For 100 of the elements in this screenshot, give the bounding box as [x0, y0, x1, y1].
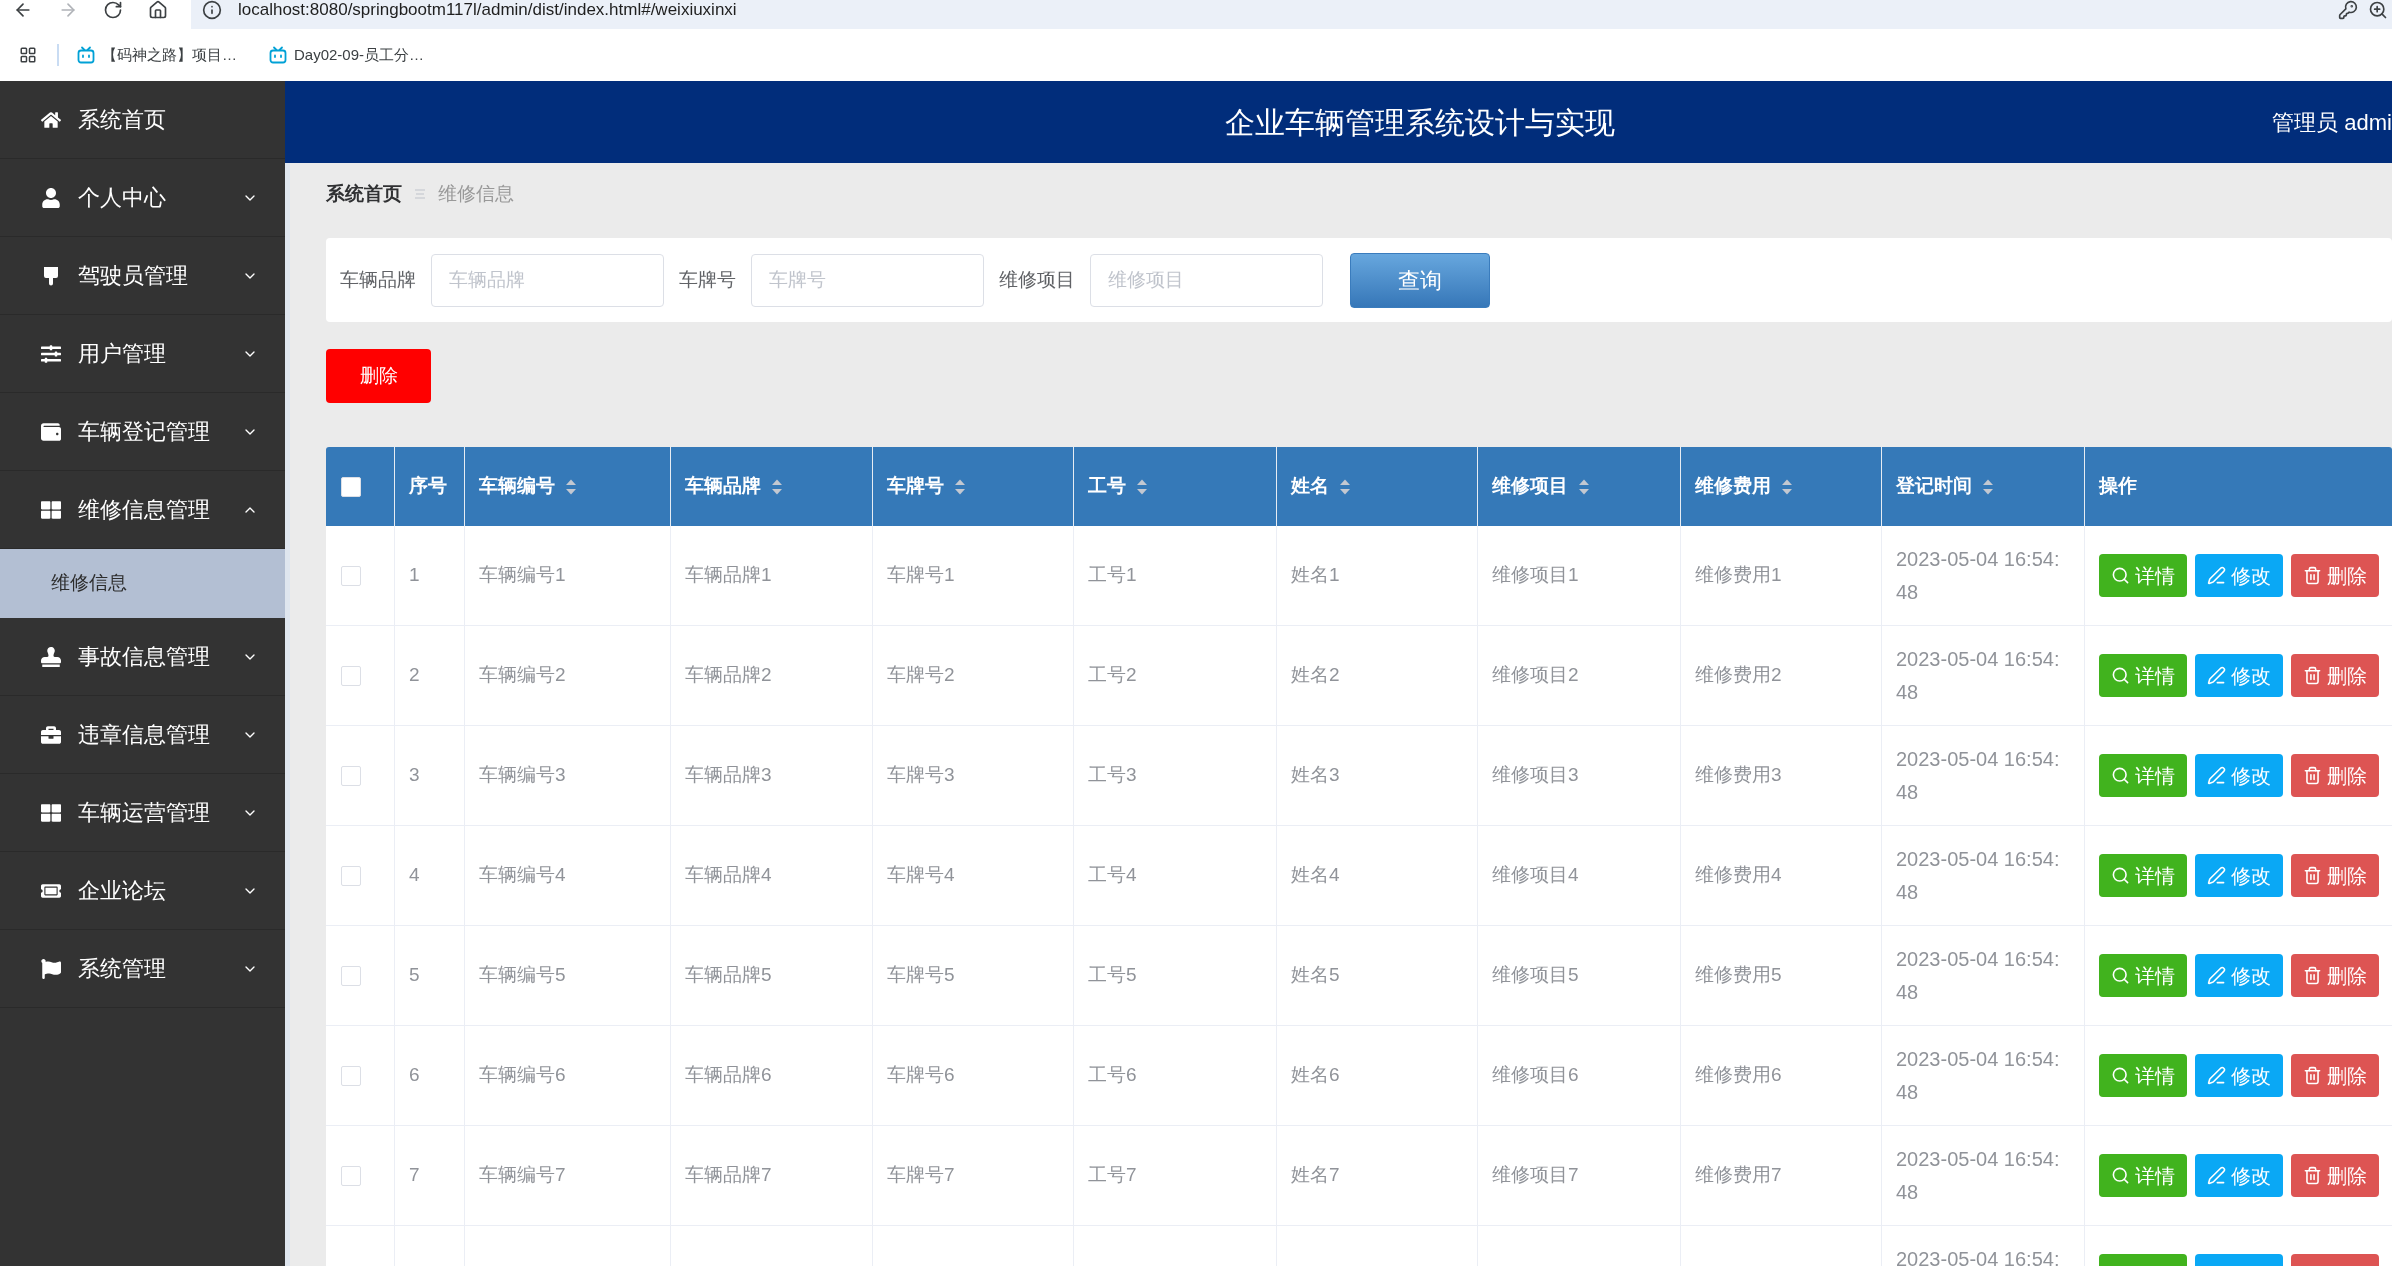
table-cell: 工号7	[1074, 1126, 1277, 1225]
sliders-icon	[41, 343, 61, 364]
wallet-icon	[41, 421, 61, 442]
delete-button[interactable]: 删除	[2291, 954, 2379, 997]
edit-button[interactable]: 修改	[2195, 1154, 2283, 1197]
table-cell: 维修费用5	[1681, 926, 1882, 1025]
table-cell: 3	[395, 726, 465, 825]
table-cell: 工号1	[1074, 526, 1277, 625]
flag-icon	[41, 958, 61, 979]
user-icon	[41, 187, 61, 208]
table-cell: 车辆品牌1	[671, 526, 873, 625]
checkbox[interactable]	[341, 665, 361, 686]
edit-button[interactable]: 修改	[2195, 554, 2283, 597]
edit-button[interactable]: 修改	[2195, 654, 2283, 697]
info-icon[interactable]	[202, 0, 222, 20]
checkbox[interactable]	[341, 565, 361, 586]
checkbox[interactable]	[341, 965, 361, 986]
pencil-icon	[2207, 966, 2226, 985]
checkbox[interactable]	[341, 765, 361, 786]
sort-icon[interactable]	[1136, 477, 1148, 496]
edit-button[interactable]: 修改	[2195, 854, 2283, 897]
sort-icon[interactable]	[1339, 477, 1351, 496]
table-cell: 维修项目4	[1478, 826, 1681, 925]
delete-button[interactable]: 删除	[326, 349, 431, 403]
table-cell: 车牌号4	[873, 826, 1074, 925]
details-button[interactable]: 详情	[2099, 954, 2187, 997]
search-icon	[2111, 1166, 2130, 1185]
table-cell: 车辆编号6	[465, 1026, 671, 1125]
table-cell: 车辆编号4	[465, 826, 671, 925]
edit-button[interactable]: 修改	[2195, 754, 2283, 797]
checkbox[interactable]	[341, 1065, 361, 1086]
user-name[interactable]: 管理员 admi	[2272, 105, 2392, 139]
key-icon[interactable]	[2338, 0, 2358, 20]
details-button[interactable]: 详情	[2099, 654, 2187, 697]
url-text[interactable]: localhost:8080/springbootm117l/admin/dist/index.html#/weixiuxinxi	[238, 0, 737, 20]
field-label: 维修项目	[999, 267, 1075, 292]
details-button[interactable]: 详情	[2099, 754, 2187, 797]
details-button[interactable]: 详情	[2099, 854, 2187, 897]
sort-icon[interactable]	[1578, 477, 1590, 496]
table-cell: 2023-05-04 16:54:48	[1882, 1126, 2085, 1225]
table-cell: 姓名1	[1277, 526, 1478, 625]
sort-icon[interactable]	[954, 477, 966, 496]
delete-button[interactable]: 删除	[2291, 754, 2379, 797]
apps-grid-icon[interactable]	[19, 46, 37, 64]
table-cell: 2023-05-04 16:54:48	[1882, 826, 2085, 925]
checkbox[interactable]	[341, 476, 361, 497]
address-bar[interactable]: localhost:8080/springbootm117l/admin/dist/index.html#/weixiuxinxi	[191, 0, 2392, 29]
edit-button[interactable]: 修改	[2195, 1054, 2283, 1097]
search-input[interactable]: 车辆品牌	[431, 253, 664, 307]
table-cell: 车辆品牌7	[671, 1126, 873, 1225]
table-cell: 车辆编号3	[465, 726, 671, 825]
stamp-icon	[41, 646, 61, 667]
zoom-in-icon[interactable]	[2368, 0, 2388, 20]
sort-icon[interactable]	[771, 477, 783, 496]
table-cell: 姓名5	[1277, 926, 1478, 1025]
edit-button[interactable]: 修改	[2195, 954, 2283, 997]
submenu-item[interactable]: 维修信息	[0, 549, 285, 618]
checkbox[interactable]	[341, 865, 361, 886]
home-icon	[41, 109, 61, 130]
field-label: 车牌号	[679, 267, 736, 292]
table-cell: 车牌号7	[873, 1126, 1074, 1225]
details-button[interactable]: 详情	[2099, 1154, 2187, 1197]
table-cell: 维修项目5	[1478, 926, 1681, 1025]
table-cell: 1	[395, 526, 465, 625]
delete-button[interactable]: 删除	[2291, 854, 2379, 897]
table-cell: 7	[395, 1126, 465, 1225]
pencil-icon	[2207, 766, 2226, 785]
search-icon	[2111, 966, 2130, 985]
table-cell: 姓名4	[1277, 826, 1478, 925]
delete-button[interactable]: 删除	[2291, 1154, 2379, 1197]
search-input[interactable]: 维修项目	[1090, 253, 1323, 307]
delete-button[interactable]: 删除	[2291, 654, 2379, 697]
table-cell: 车牌号2	[873, 626, 1074, 725]
details-button[interactable]: 详情	[2099, 1054, 2187, 1097]
table-cell: 4	[395, 826, 465, 925]
table-cell: 工号3	[1074, 726, 1277, 825]
search-input[interactable]: 车牌号	[751, 253, 984, 307]
query-button[interactable]: 查询	[1350, 252, 1490, 308]
delete-button[interactable]: 删除	[2291, 554, 2379, 597]
breadcrumb-link[interactable]: 系统首页	[326, 179, 402, 209]
sort-icon[interactable]	[1982, 477, 1994, 496]
sort-icon[interactable]	[1781, 477, 1793, 496]
table-cell: 工号4	[1074, 826, 1277, 925]
home-icon[interactable]	[148, 0, 168, 20]
delete-button[interactable]: 删除	[2291, 1054, 2379, 1097]
table-cell: 车辆编号5	[465, 926, 671, 1025]
table-cell: 工号6	[1074, 1026, 1277, 1125]
table-cell: 车辆编号2	[465, 626, 671, 725]
sort-icon[interactable]	[565, 477, 577, 496]
bookmark[interactable]: Day02-09-员工分…	[269, 43, 425, 67]
details-button[interactable]: 详情	[2099, 554, 2187, 597]
trash-icon	[2303, 1166, 2322, 1185]
table-cell: 工号2	[1074, 626, 1277, 725]
table-cell: 2023-05-04 16:54:	[1882, 1226, 2085, 1266]
column-header: 操作	[2097, 474, 2138, 499]
checkbox[interactable]	[341, 1165, 361, 1186]
table-cell: 车辆编号7	[465, 1126, 671, 1225]
bookmark[interactable]: 【码神之路】项目…	[77, 43, 237, 67]
reload-icon[interactable]	[103, 0, 123, 20]
breadcrumb-current: 维修信息	[438, 181, 514, 206]
